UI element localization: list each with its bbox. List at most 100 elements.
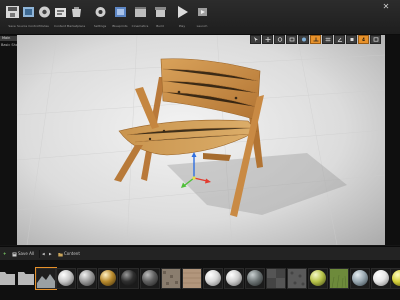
close-icon[interactable]: ✕ — [382, 3, 390, 11]
material-sphere — [121, 270, 137, 286]
marketplace-icon — [71, 7, 81, 17]
texture-icon — [183, 272, 201, 284]
level-viewport[interactable]: 4 — [17, 35, 385, 245]
breadcrumb-content-label: Content — [64, 251, 80, 256]
toolbar-marketplace-label: Marketplace — [66, 24, 86, 28]
asset-thumbnail-strip — [0, 260, 400, 300]
material-sphere — [352, 270, 368, 286]
scale-snap-button[interactable] — [346, 35, 357, 44]
cinematics-icon — [134, 7, 146, 17]
material-sphere — [142, 270, 158, 286]
texture-icon — [163, 271, 178, 285]
asset-thumbnail[interactable] — [287, 268, 307, 289]
scale-mode-button[interactable] — [286, 35, 297, 44]
toolbar-play-button[interactable]: Play — [172, 1, 192, 33]
details-panel — [385, 35, 400, 245]
folder-icon — [18, 272, 34, 285]
settings-icon — [95, 7, 105, 17]
asset-thumbnail[interactable] — [161, 268, 181, 289]
launch-icon — [197, 8, 207, 16]
asset-thumbnail[interactable] — [224, 268, 244, 289]
material-sphere — [310, 270, 326, 286]
material-sphere — [58, 270, 74, 286]
material-sphere — [392, 270, 400, 286]
toolbar-modes-label: Modes — [39, 24, 49, 28]
camera-speed-value: 4 — [362, 36, 365, 42]
grid-snap-button[interactable] — [322, 35, 333, 44]
toolbar-save-label: Save — [8, 24, 16, 28]
translate-icon — [265, 36, 270, 42]
viewport-toolbar: 4 — [250, 35, 385, 44]
material-sphere — [100, 270, 116, 286]
translate-mode-button[interactable] — [262, 35, 273, 44]
surface-snap-button[interactable] — [310, 35, 321, 44]
toolbar-content-label: Content — [54, 24, 66, 28]
asset-thumbnail[interactable] — [56, 268, 76, 289]
asset-thumbnail[interactable] — [245, 268, 265, 289]
material-sphere — [205, 270, 221, 286]
globe-icon — [301, 37, 306, 41]
save-all-label: Save All — [18, 251, 35, 256]
asset-thumbnail[interactable] — [98, 268, 118, 289]
toolbar-launch-label: Launch — [196, 24, 208, 28]
blueprints-icon — [114, 7, 126, 17]
toolbar-cinematics-button[interactable]: Cinematics — [130, 1, 150, 33]
asset-thumbnail[interactable] — [350, 268, 370, 289]
asset-thumbnail[interactable] — [119, 268, 139, 289]
toolbar-settings-button[interactable]: Settings — [90, 1, 110, 33]
select-mode-button[interactable] — [250, 35, 261, 44]
content-browser-toolbar: + Save All ◀ ▶ Content — [0, 246, 400, 260]
save-all-icon — [12, 252, 17, 256]
toolbar-launch-button[interactable]: Launch — [192, 1, 212, 33]
material-sphere — [79, 270, 95, 286]
terrain-icon — [37, 274, 55, 288]
scale-snap-icon — [350, 37, 353, 41]
material-sphere — [373, 270, 389, 286]
history-back-button[interactable]: ◀ — [42, 251, 45, 257]
texture-icon — [290, 271, 305, 286]
world-local-toggle[interactable] — [298, 35, 309, 44]
viewport-scene — [17, 35, 385, 245]
toolbar-marketplace-button[interactable]: Marketplace — [66, 1, 86, 33]
scale-icon — [289, 37, 294, 41]
angle-snap-button[interactable] — [334, 35, 345, 44]
camera-speed-button[interactable]: 4 — [358, 35, 369, 44]
asset-thumbnail[interactable] — [390, 268, 400, 289]
save-all-button[interactable]: Save All — [12, 251, 34, 257]
toolbar-build-label: Build — [156, 24, 164, 28]
breadcrumb-content[interactable]: Content — [58, 251, 80, 257]
asset-thumbnail[interactable] — [266, 268, 286, 289]
build-icon — [154, 7, 166, 17]
main-toolbar: Save Source Control Modes Content Market… — [0, 0, 400, 35]
toolbar-cinematics-label: Cinematics — [131, 24, 149, 28]
asset-thumbnail[interactable] — [182, 268, 202, 289]
rotate-mode-button[interactable] — [274, 35, 285, 44]
grid-icon — [325, 37, 330, 41]
play-icon — [177, 6, 188, 18]
asset-thumbnail[interactable] — [308, 268, 328, 289]
material-sphere — [247, 270, 263, 286]
snap-icon — [313, 37, 318, 41]
modes-panel-tab[interactable]: Main — [0, 36, 17, 41]
history-forward-button[interactable]: ▶ — [49, 251, 52, 257]
toolbar-divider — [39, 250, 40, 258]
add-new-button[interactable]: + — [3, 251, 6, 257]
asset-folder[interactable] — [0, 268, 16, 287]
texture-icon — [331, 274, 347, 288]
maximize-viewport-button[interactable] — [370, 35, 381, 44]
asset-thumbnail[interactable] — [35, 267, 57, 290]
material-sphere — [226, 270, 242, 286]
asset-thumbnail[interactable] — [77, 268, 97, 289]
folder-icon — [0, 272, 15, 285]
modes-panel: Main Basic Shapes — [0, 35, 24, 245]
asset-thumbnail[interactable] — [371, 268, 391, 289]
asset-folder[interactable] — [17, 268, 35, 287]
toolbar-play-label: Play — [178, 24, 186, 28]
asset-thumbnail[interactable] — [140, 268, 160, 289]
cursor-icon — [253, 36, 258, 42]
folder-icon — [58, 252, 63, 256]
asset-thumbnail[interactable] — [203, 268, 223, 289]
asset-thumbnail[interactable] — [329, 268, 349, 289]
toolbar-build-button[interactable]: Build — [150, 1, 170, 33]
toolbar-blueprints-button[interactable]: Blueprints — [110, 1, 130, 33]
